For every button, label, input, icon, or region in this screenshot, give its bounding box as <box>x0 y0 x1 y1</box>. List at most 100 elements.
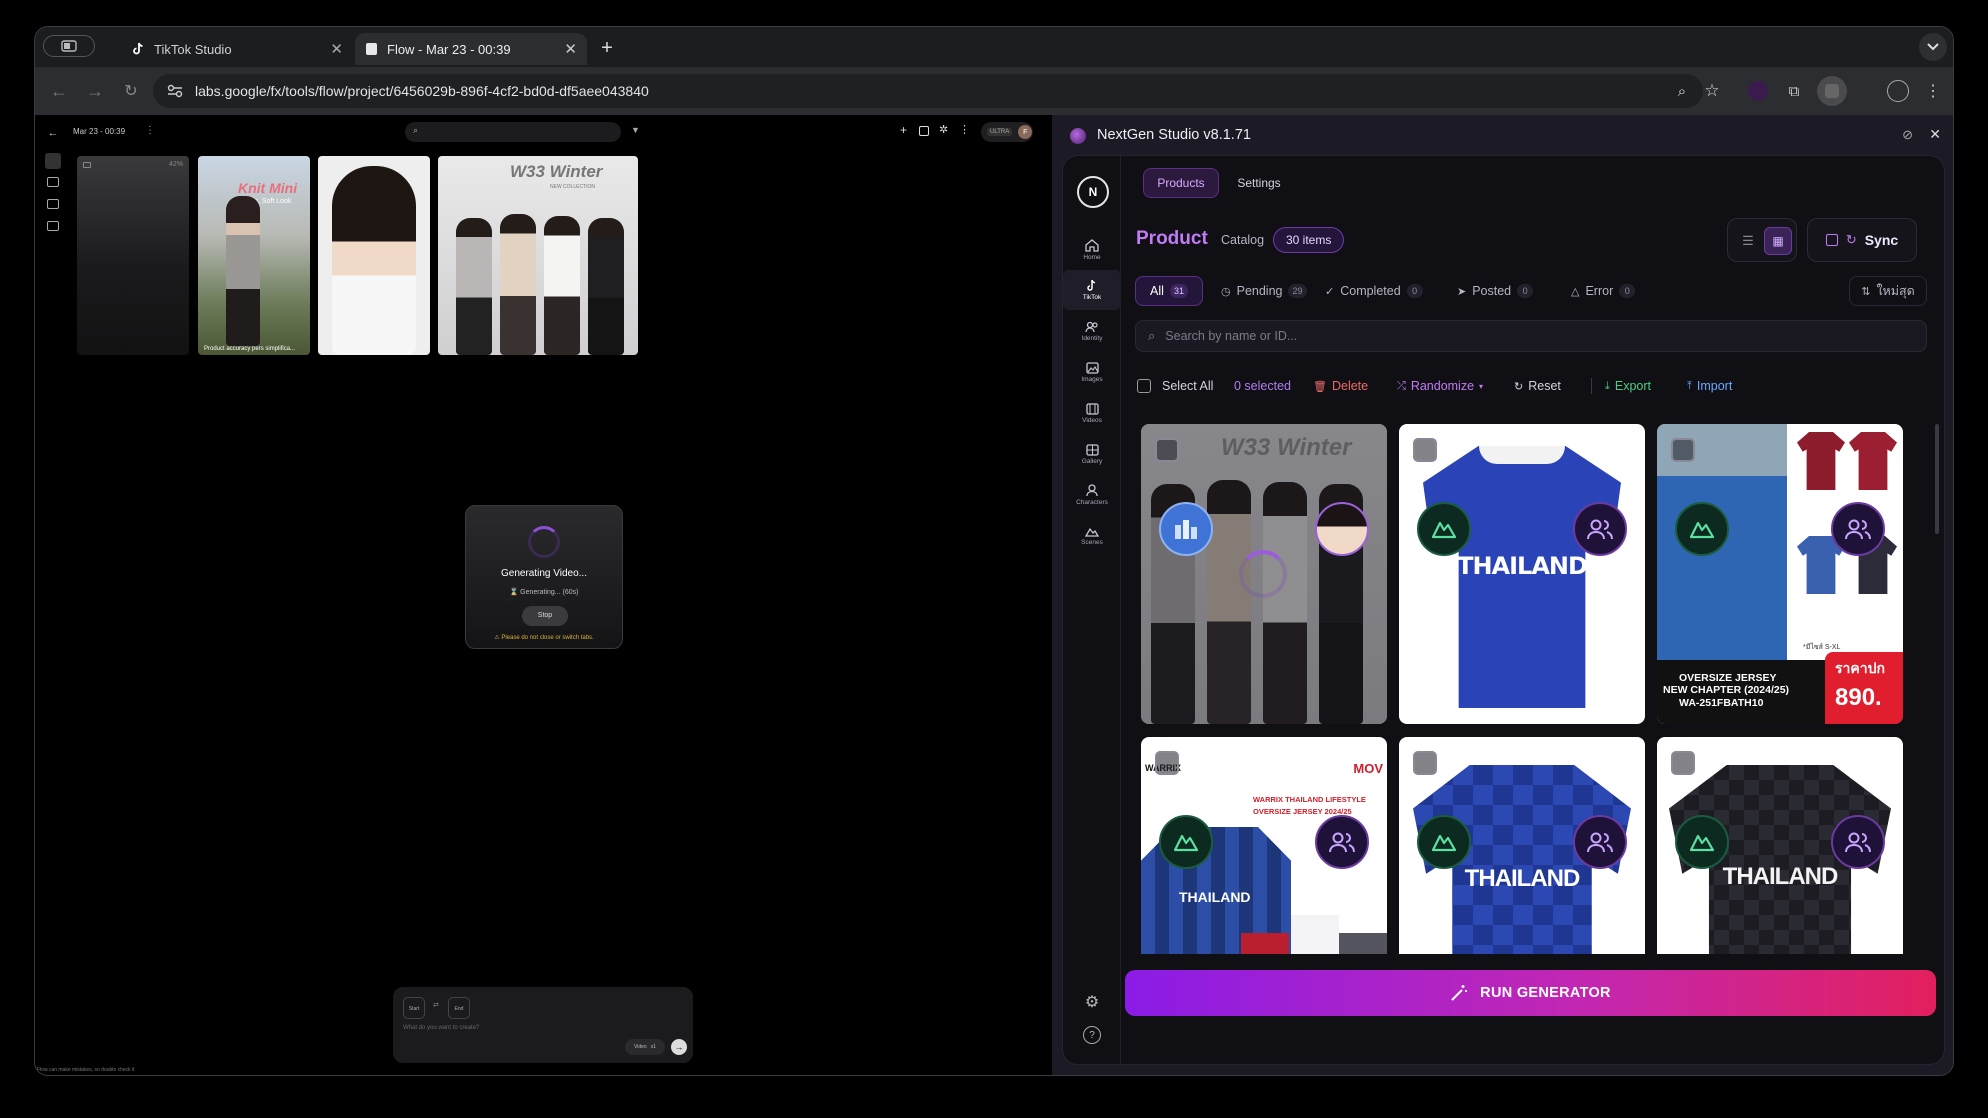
close-tab-icon[interactable]: ✕ <box>330 40 343 58</box>
swap-icon[interactable]: ⇄ <box>433 1001 439 1009</box>
sort-button[interactable]: ⇅ ใหม่สุด <box>1849 276 1927 306</box>
randomize-button[interactable]: ⤮ Randomize ▾ <box>1397 376 1483 396</box>
clip-view-icon[interactable] <box>47 221 59 231</box>
image-view-icon[interactable] <box>47 177 59 187</box>
rail-item-images[interactable]: Images <box>1063 352 1121 392</box>
reload-button[interactable]: ↻ <box>119 79 143 103</box>
tab-list-button[interactable] <box>1919 33 1947 61</box>
rail-item-home[interactable]: Home <box>1063 230 1121 270</box>
profile-icon[interactable] <box>1887 80 1909 102</box>
filter-all[interactable]: All 31 <box>1135 276 1203 306</box>
settings-icon[interactable]: ✲ <box>939 123 948 136</box>
import-button[interactable]: ⤒ Import <box>1687 376 1732 396</box>
product-card[interactable]: WARRIX MOV WARRIX THAILAND LIFESTYLE OVE… <box>1141 737 1387 954</box>
scene-badge[interactable] <box>1417 815 1471 869</box>
stop-button[interactable]: Stop <box>522 606 568 626</box>
product-card[interactable]: THAILAND <box>1657 737 1903 954</box>
grid-scrollbar[interactable] <box>1935 424 1939 534</box>
settings-gear-icon[interactable]: ⚙ <box>1082 992 1102 1012</box>
add-icon[interactable]: + <box>900 123 907 137</box>
tab-flow[interactable]: Flow - Mar 23 - 00:39 ✕ <box>355 33 587 65</box>
rail-item-characters[interactable]: Characters <box>1063 475 1121 515</box>
select-all-checkbox[interactable]: Select All <box>1137 376 1213 396</box>
reset-button[interactable]: ↻ Reset <box>1514 376 1561 396</box>
card-checkbox[interactable] <box>1155 438 1179 462</box>
more-icon[interactable]: ⋮ <box>959 123 970 136</box>
bookmark-star-icon[interactable]: ☆ <box>1701 80 1723 102</box>
grid-view-icon[interactable]: ▦ <box>1764 227 1792 255</box>
side-panel-button[interactable] <box>1817 76 1847 106</box>
character-badge[interactable] <box>1573 502 1627 556</box>
card-checkbox[interactable] <box>1671 751 1695 775</box>
extension-nextgen-icon[interactable] <box>1748 81 1768 101</box>
back-button[interactable]: ← <box>47 79 71 103</box>
back-arrow-icon[interactable]: ← <box>45 125 61 141</box>
card-checkbox[interactable] <box>1413 751 1437 775</box>
product-card[interactable]: THAILAND <box>1399 424 1645 724</box>
character-badge[interactable] <box>1573 815 1627 869</box>
product-search-input[interactable]: ⌕ Search by name or ID... <box>1135 320 1927 352</box>
character-avatar[interactable] <box>1315 502 1369 556</box>
sync-button[interactable]: ↻ Sync <box>1807 218 1917 262</box>
delete-button[interactable]: 🗑 Delete <box>1313 376 1368 396</box>
address-field[interactable]: labs.google/fx/tools/flow/project/645602… <box>153 74 1703 108</box>
filter-posted[interactable]: ➤ Posted 0 <box>1457 276 1534 306</box>
close-tab-icon[interactable]: ✕ <box>564 40 577 58</box>
character-badge[interactable] <box>1831 502 1885 556</box>
zoom-icon[interactable]: ⌕ <box>1671 80 1693 102</box>
more-menu-icon[interactable]: ⋮ <box>1925 80 1941 102</box>
filter-pending[interactable]: ◷ Pending 29 <box>1221 276 1307 306</box>
filter-error[interactable]: △ Error 0 <box>1571 276 1636 306</box>
project-menu-icon[interactable]: ⋮ <box>145 125 155 136</box>
video-view-icon[interactable] <box>47 199 59 209</box>
unpin-icon[interactable]: ⊘ <box>1902 127 1913 143</box>
scene-badge[interactable] <box>1159 502 1213 556</box>
scene-badge[interactable] <box>1675 502 1729 556</box>
tab-products[interactable]: Products <box>1143 168 1219 198</box>
tab-settings[interactable]: Settings <box>1227 168 1291 198</box>
scene-badge[interactable] <box>1159 815 1213 869</box>
media-thumb[interactable]: W33 Winter NEW COLLECTION <box>438 156 638 355</box>
prompt-input[interactable]: What do you want to create? <box>403 1025 479 1031</box>
product-card[interactable]: W33 Winter <box>1141 424 1387 724</box>
export-button[interactable]: ⤓ Export <box>1605 376 1651 396</box>
layout-icon[interactable] <box>919 126 929 136</box>
media-thumb[interactable]: 42% <box>77 156 189 355</box>
run-generator-button[interactable]: RUN GENERATOR <box>1125 970 1936 1016</box>
filter-icon[interactable]: ▼ <box>631 125 640 135</box>
new-tab-button[interactable]: + <box>595 36 619 60</box>
close-panel-icon[interactable]: ✕ <box>1929 126 1941 143</box>
end-frame-button[interactable]: End <box>448 997 470 1019</box>
rail-item-scenes[interactable]: Scenes <box>1063 516 1121 556</box>
scene-badge[interactable] <box>1675 815 1729 869</box>
rail-item-identity[interactable]: Identity <box>1063 311 1121 351</box>
project-title[interactable]: Mar 23 - 00:39 <box>73 127 125 136</box>
mode-select[interactable]: Video x1 <box>625 1039 665 1055</box>
media-thumb[interactable]: Knit Mini Chic, Soft Look Product accura… <box>198 156 310 355</box>
rail-item-videos[interactable]: Videos <box>1063 393 1121 433</box>
media-thumb[interactable] <box>318 156 430 355</box>
character-badge[interactable] <box>1831 815 1885 869</box>
app-rail: N Home TikTok Identity Images Videos Gal… <box>1063 156 1121 1064</box>
start-frame-button[interactable]: Start <box>403 997 425 1019</box>
tab-tiktok-studio[interactable]: TikTok Studio ✕ <box>121 33 353 65</box>
character-badge[interactable] <box>1315 815 1369 869</box>
send-button[interactable]: → <box>671 1039 687 1055</box>
scene-badge[interactable] <box>1417 502 1471 556</box>
card-checkbox[interactable] <box>1671 438 1695 462</box>
filter-completed[interactable]: ✓ Completed 0 <box>1325 276 1423 306</box>
card-checkbox[interactable] <box>1413 438 1437 462</box>
forward-button[interactable]: → <box>83 79 107 103</box>
rail-item-tiktok[interactable]: TikTok <box>1063 270 1121 310</box>
tab-search-button[interactable] <box>43 35 95 57</box>
card-checkbox[interactable] <box>1155 751 1179 775</box>
product-card[interactable]: THAILAND <box>1399 737 1645 954</box>
help-icon[interactable]: ? <box>1083 1026 1101 1044</box>
list-view-icon[interactable]: ☰ <box>1736 229 1760 253</box>
extensions-puzzle-icon[interactable]: ⧉ <box>1783 80 1805 102</box>
product-card[interactable]: *มีไซส์ S-XL OVERSIZE JERSEY NEW CHAPTER… <box>1657 424 1903 724</box>
grid-view-icon[interactable] <box>45 153 61 169</box>
account-chip[interactable]: ULTRA F <box>981 122 1033 142</box>
rail-item-gallery[interactable]: Gallery <box>1063 434 1121 474</box>
flow-search-input[interactable]: ⌕ <box>405 122 621 142</box>
